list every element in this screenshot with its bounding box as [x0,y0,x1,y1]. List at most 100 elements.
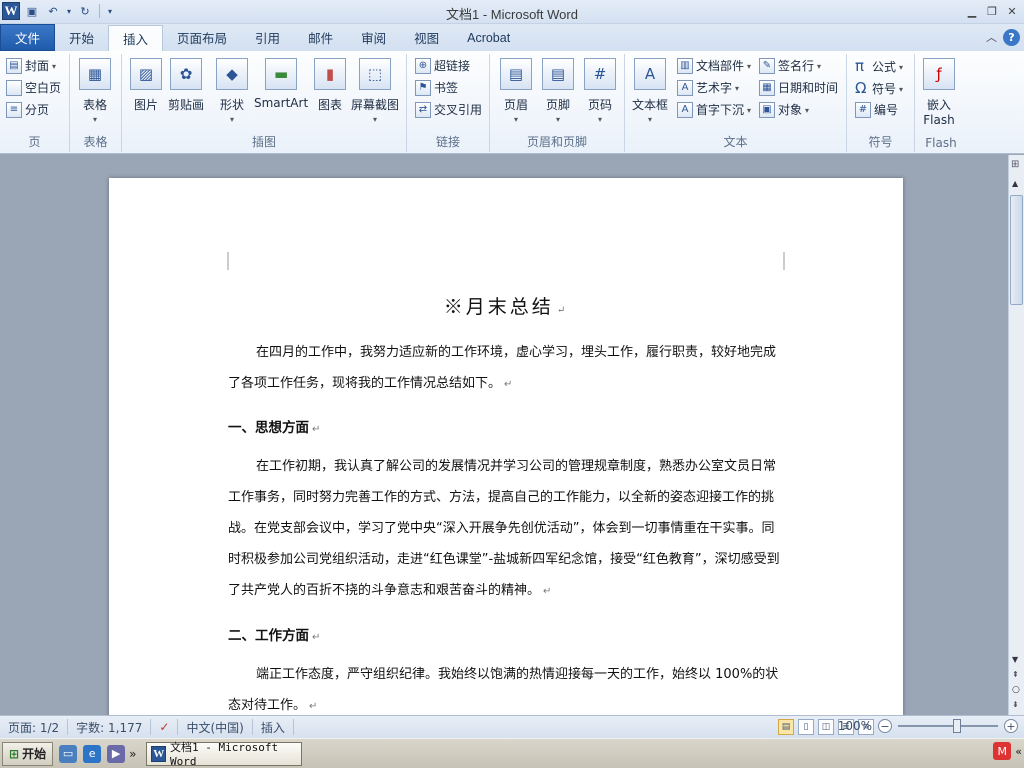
insert-mode[interactable]: 插入 [253,719,294,735]
window-controls: ▁ ❐ ✕ [964,3,1020,19]
tab-page-layout[interactable]: 页面布局 [163,24,241,51]
cross-reference-button[interactable]: ⇄ 交叉引用 [415,101,482,118]
tray-app-icon[interactable]: M [993,742,1012,760]
textbox-button[interactable]: A 文本框 ▾ [632,58,668,124]
paragraph-mark: ↵ [309,701,318,712]
picture-button[interactable]: ▨ 图片 [130,58,162,113]
footer-button[interactable]: ▤ 页脚 ▾ [542,58,574,124]
tray-expand-icon[interactable]: « [1015,745,1022,758]
taskbar-word-window[interactable]: W 文档1 - Microsoft Word [146,741,303,768]
shapes-button[interactable]: ◆ 形状 ▾ [216,58,248,124]
paragraph[interactable]: 端正工作态度，严守组织纪律。我始终以饱满的热情迎接每一天的工作，始终以 100%… [228,659,784,715]
table-button[interactable]: ▦ 表格 ▾ [79,58,111,124]
wordart-button[interactable]: A 艺术字 ▾ [677,79,739,96]
section-heading[interactable]: 一、思想方面 ↵ [228,416,320,436]
zoom-out-icon[interactable]: − [878,719,892,733]
zoom-control: 100% − + [838,719,1018,733]
zoom-slider[interactable] [898,719,998,733]
tab-home[interactable]: 开始 [55,24,108,51]
tab-review[interactable]: 审阅 [347,24,400,51]
tab-view[interactable]: 视图 [400,24,453,51]
signature-line-icon: ✎ [759,57,775,74]
object-icon: ▣ [759,101,775,118]
restore-icon[interactable]: ❐ [984,3,1000,19]
bookmark-button[interactable]: ⚑ 书签 [415,79,458,96]
chart-button[interactable]: ▮ 图表 [314,58,346,113]
group-label-header-footer: 页眉和页脚 [526,135,587,149]
next-page-icon[interactable]: ⇟ [1012,700,1019,709]
tab-acrobat[interactable]: Acrobat [453,24,524,51]
minimize-icon[interactable]: ▁ [964,3,980,19]
scroll-thumb[interactable] [1010,195,1023,305]
word-icon: W [151,745,167,762]
symbol-button[interactable]: Ω 符号 ▾ [855,79,903,97]
internet-explorer-icon[interactable]: e [83,744,102,763]
textbox-icon: A [634,58,666,90]
bookmark-icon: ⚑ [415,79,431,96]
zoom-in-icon[interactable]: + [1004,719,1018,733]
paragraph[interactable]: 在工作初期，我认真了解公司的发展情况并学习公司的管理规章制度，熟悉办公室文员日常… [228,451,784,607]
quick-parts-button[interactable]: ▥ 文档部件 ▾ [677,57,751,74]
desktop-icon[interactable]: ▭ [59,744,78,763]
group-tables: ▦ 表格 ▾ 表格 [70,54,122,152]
drop-cap-button[interactable]: A 首字下沉 ▾ [677,101,751,118]
hyperlink-button[interactable]: ⊕ 超链接 [415,57,470,74]
close-icon[interactable]: ✕ [1004,3,1020,19]
object-button[interactable]: ▣ 对象 ▾ [759,101,809,118]
quick-launch-chevron[interactable]: » [129,747,136,761]
print-layout-icon[interactable]: ▤ [778,719,794,735]
page-number-button[interactable]: # 页码 ▾ [584,58,616,124]
hyperlink-icon: ⊕ [415,57,431,74]
date-time-icon: ▦ [759,79,775,96]
tab-insert[interactable]: 插入 [108,25,164,51]
cover-page-button[interactable]: ▤ 封面 ▾ [6,57,56,74]
zoom-slider-thumb[interactable] [953,719,961,733]
page-break-icon: ≡ [6,101,22,118]
screenshot-button[interactable]: ⬚ 屏幕截图 ▾ [351,58,399,124]
group-links: ⊕ 超链接 ⚑ 书签 ⇄ 交叉引用 链接 [407,54,490,152]
equation-button[interactable]: π 公式 ▾ [855,57,903,75]
media-player-icon[interactable]: ▶ [107,744,126,763]
group-label-symbols: 符号 [868,135,893,149]
title-bar: W ▣ ↶ ▾ ↻ ▾ 文档1 - Microsoft Word ▁ ❐ ✕ [0,0,1024,24]
group-text: A 文本框 ▾ ▥ 文档部件 ▾ A 艺术字 ▾ A 首字下沉 ▾ ✎ 签名行 ▾ ▦ 日期和时间 ▣… [625,54,847,152]
date-time-button[interactable]: ▦ 日期和时间 [759,79,838,96]
paragraph-mark: ↵ [504,379,513,390]
section-heading[interactable]: 二、工作方面 ↵ [228,624,320,644]
minimize-ribbon-icon[interactable]: ︿ [986,29,997,46]
start-button[interactable]: ⊞ 开始 [2,741,54,766]
signature-line-button[interactable]: ✎ 签名行 ▾ [759,57,821,74]
page-count[interactable]: 页面: 1/2 [0,719,69,735]
previous-page-icon[interactable]: ⇞ [1012,670,1019,679]
web-layout-icon[interactable]: ◫ [818,719,834,735]
embed-flash-button[interactable]: ƒ 嵌入 Flash [923,58,955,127]
help-icon[interactable]: ? [1003,29,1020,46]
paragraph[interactable]: 在四月的工作中，我努力适应新的工作环境，虚心学习，埋头工作，履行职责，较好地完成… [228,337,784,400]
page-break-button[interactable]: ≡ 分页 [6,101,49,118]
scroll-up-arrow[interactable]: ▲ [1012,179,1018,188]
group-label-text: 文本 [723,135,748,149]
ruler-toggle-icon[interactable]: ⊞ [1011,159,1019,170]
clipart-button[interactable]: ✿ 剪贴画 [168,58,204,113]
blank-page-button[interactable]: 空白页 [6,79,61,96]
document-title[interactable]: ※月末总结 ↵ [109,292,903,319]
group-flash: ƒ 嵌入 Flash Flash [915,54,967,152]
ribbon-right-controls: ︿ ? [986,29,1020,46]
vertical-scrollbar[interactable]: ⊞ ▲ ▼ ⇞ ○ ⇟ [1008,155,1024,715]
browse-object-icon[interactable]: ○ [1012,685,1020,695]
numbering-button[interactable]: # 编号 [855,101,898,118]
zoom-level[interactable]: 100% [838,719,872,733]
tab-references[interactable]: 引用 [241,24,294,51]
tab-file[interactable]: 文件 [0,24,55,51]
smartart-button[interactable]: ▬ SmartArt [254,58,308,110]
proofing-icon[interactable]: ✓ [151,719,179,735]
full-screen-reading-icon[interactable]: ▯ [798,719,814,735]
tab-mailings[interactable]: 邮件 [294,24,347,51]
word-count[interactable]: 字数: 1,177 [68,719,152,735]
header-button[interactable]: ▤ 页眉 ▾ [500,58,532,124]
scroll-down-arrow[interactable]: ▼ [1012,655,1018,664]
group-label-pages: 页 [28,135,41,149]
window-title: 文档1 - Microsoft Word [446,7,578,22]
document-page[interactable]: ※月末总结 ↵ 在四月的工作中，我努力适应新的工作环境，虚心学习，埋头工作，履行职… [109,178,903,715]
language-indicator[interactable]: 中文(中国) [178,719,253,735]
